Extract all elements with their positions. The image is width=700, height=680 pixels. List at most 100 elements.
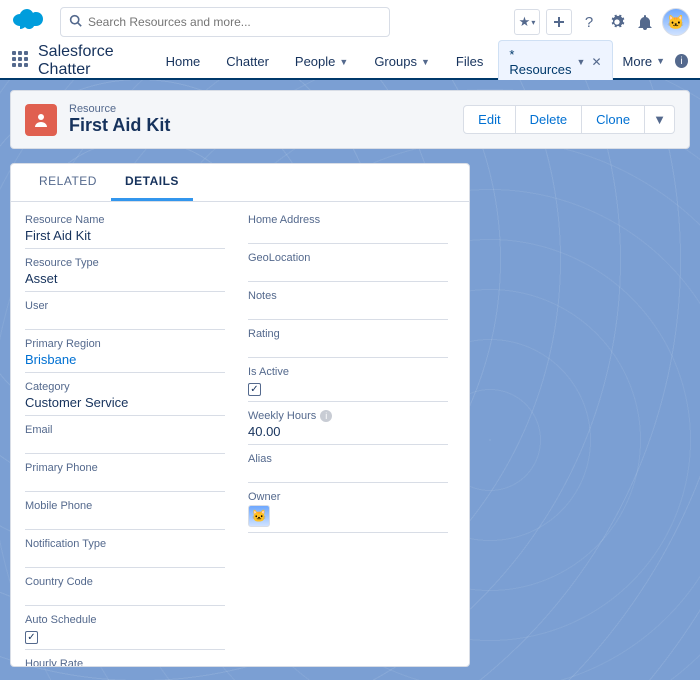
field-value[interactable]	[25, 476, 225, 492]
field-is-active: Is Active ✓✎	[248, 366, 461, 402]
clone-button[interactable]: Clone	[582, 105, 645, 134]
field-label: Primary Phone	[25, 462, 238, 474]
resource-object-icon	[25, 104, 57, 136]
field-value[interactable]: Customer Service	[25, 395, 225, 416]
field-value[interactable]	[25, 314, 225, 330]
field-value[interactable]: ✓	[25, 628, 225, 650]
field-geolocation: GeoLocation ✎	[248, 252, 461, 282]
chevron-down-icon: ▼	[656, 56, 665, 66]
field-resource-name: Resource Name First Aid Kit✎	[25, 214, 238, 249]
field-label: Primary Region	[25, 338, 238, 350]
field-label: Auto Schedule	[25, 614, 238, 626]
global-actions-button[interactable]	[546, 9, 572, 35]
field-label: Home Address	[248, 214, 461, 226]
record-title: First Aid Kit	[69, 115, 170, 136]
favorites-button[interactable]: ★▾	[514, 9, 540, 35]
owner-avatar-icon: 🐱	[248, 505, 270, 527]
field-email: Email ✎	[25, 424, 238, 454]
app-launcher-icon[interactable]	[12, 51, 28, 71]
close-tab-icon[interactable]: ✕	[591, 55, 601, 69]
tab-home[interactable]: Home	[155, 47, 212, 75]
field-auto-schedule: Auto Schedule ✓✎	[25, 614, 238, 650]
nav-tabs: Home Chatter People▼ Groups▼ Files * Res…	[155, 40, 688, 83]
field-value[interactable]	[25, 438, 225, 454]
nav-info-icon[interactable]: i	[675, 54, 688, 68]
search-icon	[69, 14, 82, 30]
tab-resources[interactable]: * Resources ▼ ✕	[498, 40, 612, 83]
delete-button[interactable]: Delete	[516, 105, 583, 134]
details-body: Resource Name First Aid Kit✎ Resource Ty…	[11, 202, 469, 667]
field-label: Weekly Hoursi	[248, 410, 461, 422]
field-owner: Owner 🐱✎	[248, 491, 461, 533]
tab-details[interactable]: DETAILS	[111, 164, 193, 201]
field-value[interactable]: 40.00	[248, 424, 448, 445]
field-primary-region: Primary Region Brisbane✎	[25, 338, 238, 373]
field-notification-type: Notification Type ✎	[25, 538, 238, 568]
field-mobile-phone: Mobile Phone ✎	[25, 500, 238, 530]
field-label: Notes	[248, 290, 461, 302]
field-hourly-rate: Hourly Rate ✎	[25, 658, 238, 667]
checkbox-checked-icon: ✓	[25, 631, 38, 644]
tab-groups[interactable]: Groups▼	[363, 47, 441, 75]
left-column: Resource Name First Aid Kit✎ Resource Ty…	[25, 214, 238, 667]
page-stage: Resource First Aid Kit Edit Delete Clone…	[0, 80, 700, 680]
field-value[interactable]	[248, 228, 448, 244]
field-resource-type: Resource Type Asset✎	[25, 257, 238, 292]
field-label: Resource Name	[25, 214, 238, 226]
card-tabs: RELATED DETAILS	[11, 164, 469, 202]
global-search[interactable]	[60, 7, 390, 37]
search-input[interactable]	[88, 15, 381, 29]
details-card: RELATED DETAILS Resource Name First Aid …	[10, 163, 470, 667]
field-notes: Notes ✎	[248, 290, 461, 320]
notifications-bell-icon[interactable]	[634, 11, 656, 33]
checkbox-checked-icon: ✓	[248, 383, 261, 396]
tab-related[interactable]: RELATED	[25, 164, 111, 201]
field-rating: Rating ✎	[248, 328, 461, 358]
field-user: User ✎	[25, 300, 238, 330]
field-home-address: Home Address ✎	[248, 214, 461, 244]
header-utilities: ★▾ ? 🐱	[514, 8, 690, 36]
tab-people[interactable]: People▼	[284, 47, 359, 75]
field-value[interactable]	[248, 266, 448, 282]
chevron-down-icon: ▼	[339, 57, 348, 67]
nav-more[interactable]: More▼	[623, 54, 666, 69]
tab-files[interactable]: Files	[445, 47, 494, 75]
field-value[interactable]	[248, 304, 448, 320]
field-label: Notification Type	[25, 538, 238, 550]
field-value[interactable]: Asset	[25, 271, 225, 292]
salesforce-logo-icon	[10, 8, 50, 37]
field-value-link[interactable]: Brisbane	[25, 352, 225, 373]
field-value[interactable]	[25, 590, 225, 606]
field-category: Category Customer Service✎	[25, 381, 238, 416]
app-nav: Salesforce Chatter Home Chatter People▼ …	[0, 44, 700, 80]
field-value[interactable]	[25, 514, 225, 530]
right-column: Home Address ✎ GeoLocation ✎ Notes ✎ Rat…	[248, 214, 461, 667]
app-name: Salesforce Chatter	[38, 43, 137, 79]
setup-gear-icon[interactable]	[606, 11, 628, 33]
user-avatar[interactable]: 🐱	[662, 8, 690, 36]
field-value[interactable]: 🐱	[248, 505, 448, 533]
chevron-down-icon: ▼	[653, 112, 666, 127]
field-primary-phone: Primary Phone ✎	[25, 462, 238, 492]
help-icon[interactable]: ?	[578, 11, 600, 33]
field-value[interactable]	[248, 342, 448, 358]
field-label: Email	[25, 424, 238, 436]
field-label: Resource Type	[25, 257, 238, 269]
record-actions: Edit Delete Clone ▼	[463, 105, 675, 134]
field-value[interactable]	[248, 467, 448, 483]
tab-chatter[interactable]: Chatter	[215, 47, 280, 75]
help-info-icon[interactable]: i	[320, 410, 332, 422]
field-label: Hourly Rate	[25, 658, 238, 667]
record-header: Resource First Aid Kit Edit Delete Clone…	[10, 90, 690, 149]
field-label: Alias	[248, 453, 461, 465]
edit-button[interactable]: Edit	[463, 105, 515, 134]
field-country-code: Country Code ✎	[25, 576, 238, 606]
field-label: Is Active	[248, 366, 461, 378]
field-value[interactable]: First Aid Kit	[25, 228, 225, 249]
field-label: Owner	[248, 491, 461, 503]
more-actions-button[interactable]: ▼	[645, 105, 675, 134]
record-title-block: Resource First Aid Kit	[69, 103, 170, 136]
chevron-down-icon: ▼	[577, 57, 586, 67]
field-value[interactable]: ✓	[248, 380, 448, 402]
field-value[interactable]	[25, 552, 225, 568]
